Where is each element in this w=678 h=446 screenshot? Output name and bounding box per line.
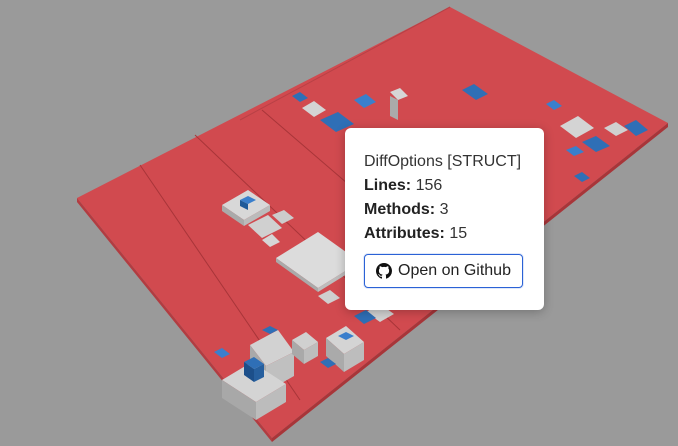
attributes-value: 15 xyxy=(449,225,468,242)
methods-value: 3 xyxy=(439,201,449,218)
tooltip-title: DiffOptions [STRUCT] xyxy=(364,153,522,170)
code-city-3d-view[interactable] xyxy=(0,0,678,446)
attributes-row: Attributes: 15 xyxy=(364,222,544,246)
github-icon xyxy=(376,263,392,279)
methods-row: Methods: 3 xyxy=(364,198,544,222)
lines-row: Lines: 156 xyxy=(364,174,544,198)
open-on-github-button[interactable]: Open on Github xyxy=(364,254,523,288)
open-on-github-label: Open on Github xyxy=(398,262,511,279)
methods-label: Methods: xyxy=(364,201,436,218)
attributes-label: Attributes: xyxy=(364,225,445,242)
lines-label: Lines: xyxy=(364,177,412,194)
tooltip-panel: DiffOptions [STRUCT] Lines: 156 Methods:… xyxy=(345,128,544,310)
lines-value: 156 xyxy=(415,177,443,194)
